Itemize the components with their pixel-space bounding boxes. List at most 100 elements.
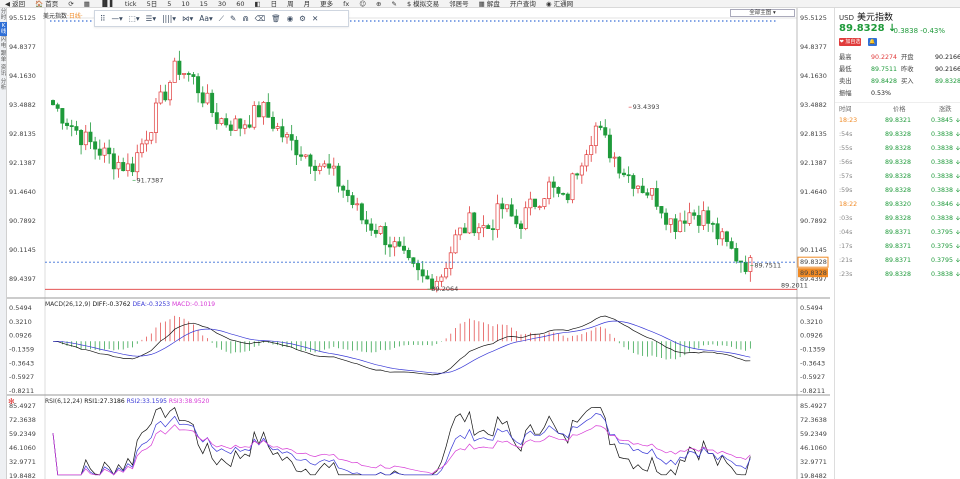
candle-body [205, 92, 210, 104]
candle-body [149, 132, 154, 141]
main-chart-select[interactable]: 全部主图 ▾ [730, 9, 795, 17]
candle-body [743, 261, 748, 272]
macd-tick-left: -0.8211 [9, 387, 34, 395]
draw-tool-icon[interactable]: ⬚▾ [126, 11, 143, 26]
macd-dea-line [53, 320, 751, 374]
candle-body [83, 131, 88, 146]
macd-legend: MACD(26,12,9) DIFF:-0.3762 DEA:-0.3253 M… [45, 301, 215, 308]
draw-tool-icon[interactable]: ⋈▾ [179, 11, 196, 26]
toolbar-item[interactable]: ⊕ [371, 0, 386, 7]
tick-change: 0.3838 [931, 159, 954, 166]
candle-body [645, 192, 650, 196]
draw-tool-icon[interactable]: ⌫ [252, 11, 269, 26]
macd-tick-right: -0.8211 [800, 387, 825, 395]
toolbar-item[interactable]: 日 [266, 0, 283, 7]
price-annotation: 93.4393 [633, 103, 660, 111]
alert-bell-icon[interactable]: 🔔 [868, 38, 877, 46]
tick-price: 89.8328 [885, 173, 912, 180]
candle-body [729, 241, 734, 249]
toolbar-item[interactable]: 60 [231, 0, 249, 7]
draw-tool-icon[interactable]: ☰▾ [143, 11, 160, 26]
symbol-tag: 美元指数·日线· [43, 11, 83, 20]
draw-tool-icon[interactable]: ||||▾ [159, 11, 179, 26]
left-tab[interactable]: 分析 [0, 78, 7, 92]
toolbar-item[interactable]: ☺ [354, 0, 371, 7]
macd-tick-left: 0.5494 [9, 304, 32, 312]
candle-body [177, 60, 182, 75]
toolbar-item[interactable]: ▦ 解盘 [474, 0, 505, 7]
candle-body [724, 231, 729, 242]
toolbar-item[interactable]: ▦ [79, 0, 95, 7]
candle-body [336, 165, 341, 187]
candle-body [640, 185, 645, 194]
rsi1-value: RSI1:27.3186 [84, 398, 125, 405]
toolbar-item[interactable]: fx [338, 0, 354, 7]
down-arrow-icon: 🡫 [955, 159, 960, 166]
toolbar-item[interactable]: $ 模拟交易 [402, 0, 444, 7]
candle-body [664, 212, 669, 225]
toolbar-item[interactable]: 30 [213, 0, 231, 7]
left-tab[interactable]: 跟单 [0, 50, 7, 64]
left-tab[interactable]: K线 [0, 22, 7, 36]
draw-tool-icon[interactable]: ⋒ [239, 11, 251, 26]
candle-body [60, 108, 65, 124]
down-arrow-icon: 🡫 [955, 243, 960, 250]
left-tab[interactable]: 分时 [0, 8, 7, 22]
draw-tool-icon[interactable]: ◉ [284, 11, 297, 26]
draw-tool-icon[interactable]: ✎ [227, 11, 239, 26]
toolbar-item[interactable]: ✎ [387, 0, 402, 7]
toolbar-item[interactable]: 15 [195, 0, 213, 7]
candle-body [734, 248, 739, 262]
candle-body [163, 91, 168, 101]
toolbar-item[interactable]: 更多 [315, 0, 338, 7]
draw-tool-icon[interactable]: —▾ [109, 11, 126, 26]
candle-body [373, 229, 378, 234]
toolbar-item[interactable]: ◧ [249, 0, 265, 7]
candle-body [444, 267, 449, 278]
toolbar-item[interactable]: 邻居号 [444, 0, 474, 7]
price-tick-left: 92.1387 [9, 159, 36, 167]
add-favorite-button[interactable]: ❤ 加自选 [839, 38, 861, 46]
candle-body [533, 198, 538, 207]
toolbar-item[interactable]: 周 [282, 0, 299, 7]
toolbar-item[interactable]: 🏠 首页 [30, 0, 63, 7]
candle-body [420, 269, 425, 277]
toolbar-item[interactable]: 10 [176, 0, 194, 7]
toolbar-item[interactable]: tick [120, 0, 142, 7]
toolbar-item[interactable]: 5 [162, 0, 176, 7]
draw-tool-icon[interactable]: 🗑 [268, 11, 284, 26]
toolbar-item[interactable]: ◉ 汇通网 [541, 0, 578, 7]
toolbar-item[interactable]: ⟳ [63, 0, 78, 7]
candle-body [191, 74, 196, 77]
tick-change: 0.3838 [931, 215, 954, 222]
candle-body [331, 165, 336, 169]
down-arrow-icon: 🡫 [955, 215, 960, 222]
left-tab[interactable]: 闪电 [0, 36, 7, 50]
price-annotation: 91.7387 [137, 176, 164, 184]
quote-row: 最高 90.2274 开盘 90.2166 [835, 52, 960, 63]
candle-body [598, 125, 603, 128]
toolbar-item[interactable]: 月 [299, 0, 316, 7]
rsi-tick-left: 72.3638 [9, 416, 36, 424]
tick-row: :59s 89.8328 0.3838 🡫 [835, 184, 960, 198]
macd-tick-left: -0.1359 [9, 346, 34, 354]
toolbar-item[interactable]: 开户查询 [505, 0, 541, 7]
draw-tool-icon[interactable]: ⠿ [97, 11, 109, 26]
candle-body [168, 82, 172, 101]
price-tick-right: 92.8135 [800, 130, 827, 138]
draw-tool-icon[interactable]: ⟋ [216, 11, 227, 26]
toolbar-item[interactable]: ▐▌▌ [95, 0, 120, 7]
toolbar-item[interactable]: 5日 [142, 0, 163, 7]
candle-body [88, 131, 93, 143]
chart-area[interactable]: 95.5125 95.5125 94.8377 94.8377 94.1630 94.16… [7, 8, 830, 479]
candle-body [523, 207, 528, 229]
draw-tool-icon[interactable]: ⚙ [296, 11, 309, 26]
draw-tool-icon[interactable]: Aa▾ [196, 11, 216, 26]
toolbar-item[interactable]: ◀ 返回 [0, 0, 30, 7]
price-change: -0.3838 -0.43% [891, 27, 946, 35]
kline-chart[interactable]: 95.5125 95.5125 94.8377 94.8377 94.1630 94.16… [7, 8, 830, 479]
draw-tool-icon[interactable]: ✕ [309, 11, 321, 26]
left-tab[interactable]: 资讯 [0, 64, 7, 78]
indicator-star-icon[interactable]: ✻ [8, 397, 15, 406]
instrument-name: 美元指数 [856, 13, 893, 23]
